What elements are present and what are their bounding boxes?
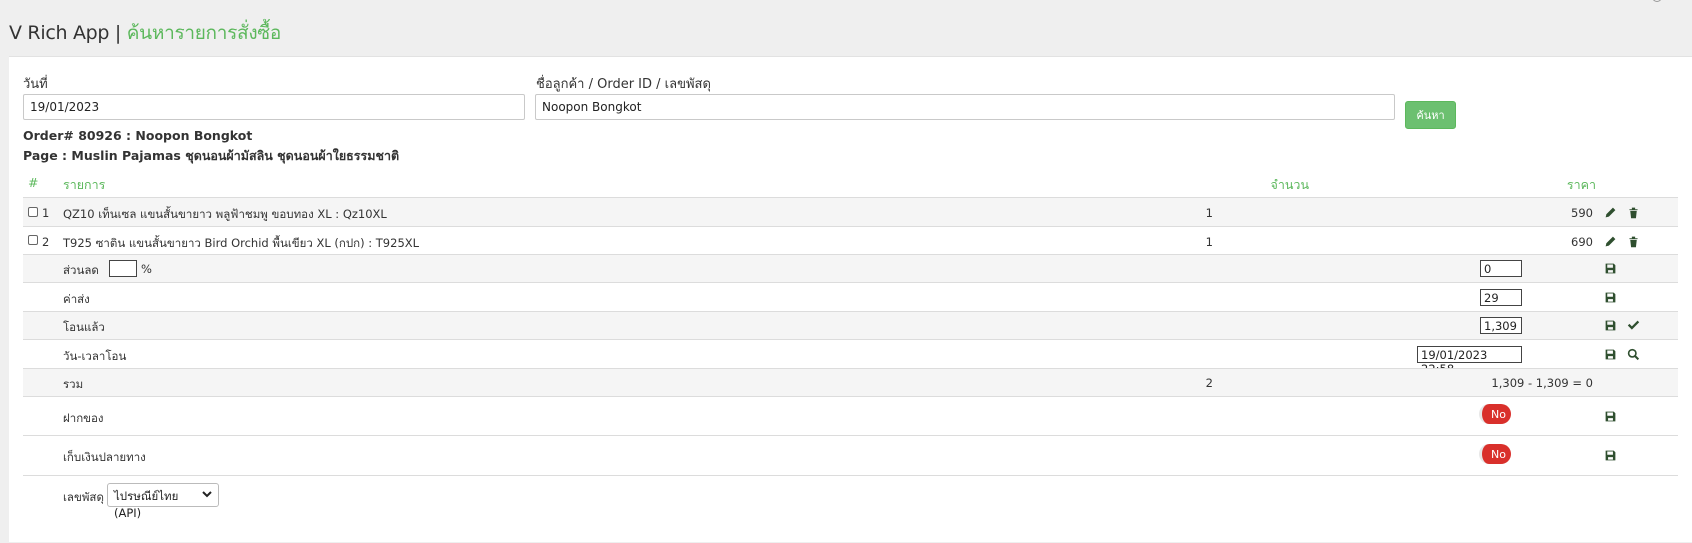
trash-icon[interactable] [1626,234,1640,248]
carrier-selected: ไปรษณีย์ไทย (API) [114,489,179,520]
transfer-time-input[interactable]: 19/01/2023 22:58 [1417,346,1522,376]
discount-label: ส่วนลด [63,263,99,277]
item-qty: 1 [1205,206,1213,220]
item-name: QZ10 เท็นเซล แขนสั้นขายาว พลูฟ้าชมพู ขอบ… [63,207,387,221]
col-price: ราคา [1566,177,1596,192]
discount-percent-input[interactable] [109,260,137,277]
cod-toggle[interactable]: No [1479,444,1511,464]
edit-icon[interactable] [1603,205,1617,219]
order-page: Page : Muslin Pajamas ชุดนอนผ้ามัสลิน ชุ… [23,148,400,163]
transfer-time-row: วัน-เวลาโอน 19/01/2023 22:58 [23,339,1678,376]
chevron-down-icon [201,488,213,500]
item-price: 690 [1571,235,1593,249]
tracking-row: เลขพัสดุ ไปรษณีย์ไทย (API) [23,475,1678,543]
total-summary: 1,309 - 1,309 = 0 [1491,376,1593,390]
shipping-row: ค่าส่ง 29 [23,282,1678,311]
date-label: วันที่ [23,77,48,92]
query-input[interactable]: Noopon Bongkot [535,94,1395,120]
discount-amount-input[interactable]: 0 [1480,260,1522,277]
carrier-select[interactable]: ไปรษณีย์ไทย (API) [107,483,219,520]
row-index: 2 [42,235,50,249]
transferred-input[interactable]: 1,309 [1480,317,1522,334]
save-icon[interactable] [1603,261,1617,275]
percent-sign: % [141,262,152,276]
save-icon[interactable] [1603,318,1617,332]
item-qty: 1 [1205,235,1213,249]
search-icon[interactable] [1626,347,1640,361]
table-row: 1 QZ10 เท็นเซล แขนสั้นขายาว พลูฟ้าชมพู ข… [23,197,1678,226]
cod-row: เก็บเงินปลายทาง No [23,435,1678,475]
item-price: 590 [1571,206,1593,220]
transferred-label: โอนแล้ว [63,320,105,334]
search-button[interactable]: ค้นหา [1405,101,1456,129]
save-icon[interactable] [1603,290,1617,304]
query-label: ชื่อลูกค้า / Order ID / เลขพัสดุ [536,77,711,92]
check-icon[interactable] [1626,318,1640,332]
shipping-label: ค่าส่ง [63,292,90,306]
total-qty: 2 [1205,376,1213,390]
row-checkbox[interactable] [28,207,38,217]
total-label: รวม [63,377,84,391]
trash-icon[interactable] [1626,205,1640,219]
row-checkbox[interactable] [28,235,38,245]
order-search-card: วันที่ 19/01/2023 ชื่อลูกค้า / Order ID … [9,56,1692,542]
page-header: V Rich App | ค้นหารายการสั่งซื้อ [9,18,281,48]
col-item: รายการ [63,177,106,192]
order-id: Order# 80926 : Noopon Bongkot [23,128,253,143]
transfer-time-label: วัน-เวลาโอน [63,349,127,363]
cod-label: เก็บเงินปลายทาง [63,450,146,464]
save-icon[interactable] [1603,409,1617,423]
save-icon[interactable] [1603,347,1617,361]
user-icon[interactable] [1652,0,1662,2]
app-name: V Rich App | [9,22,127,44]
page-title: ค้นหารายการสั่งซื้อ [126,22,282,44]
transferred-row: โอนแล้ว 1,309 [23,311,1678,339]
tracking-label: เลขพัสดุ [63,490,104,504]
shipping-input[interactable]: 29 [1480,289,1522,306]
col-qty: จำนวน [1270,177,1309,192]
deposit-label: ฝากของ [63,411,104,425]
row-index: 1 [42,206,50,220]
edit-icon[interactable] [1603,234,1617,248]
col-index: # [28,175,39,190]
save-icon[interactable] [1603,448,1617,462]
discount-row: ส่วนลด % 0 [23,254,1678,282]
deposit-row: ฝากของ No [23,396,1678,435]
item-name: T925 ซาติน แขนสั้นขายาว Bird Orchid พื้น… [63,236,420,250]
deposit-toggle[interactable]: No [1479,404,1511,424]
date-input[interactable]: 19/01/2023 [23,94,525,120]
table-row: 2 T925 ซาติน แขนสั้นขายาว Bird Orchid พื… [23,226,1678,254]
total-row: รวม 2 1,309 - 1,309 = 0 [23,368,1678,396]
